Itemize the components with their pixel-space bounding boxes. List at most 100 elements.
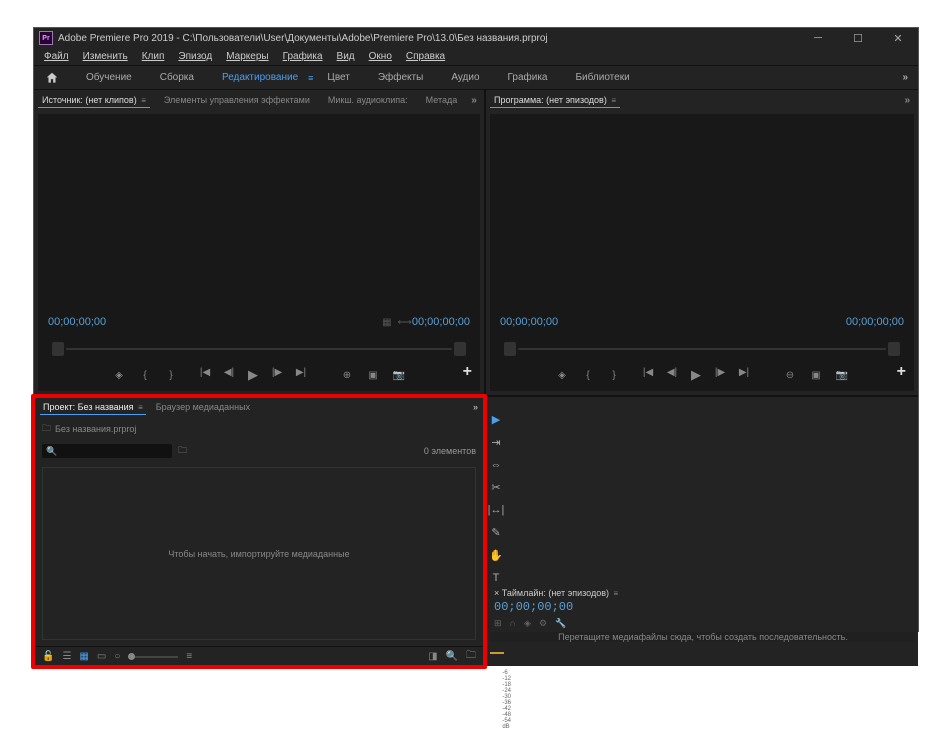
- menu-clip[interactable]: Клип: [136, 50, 171, 63]
- menu-help[interactable]: Справка: [400, 50, 451, 63]
- find-icon[interactable]: 🔍: [446, 651, 458, 662]
- scrub-track[interactable]: [518, 348, 886, 350]
- marker-icon[interactable]: ◈: [111, 370, 127, 381]
- home-button[interactable]: [42, 69, 62, 87]
- list-view-icon[interactable]: ☰: [62, 651, 71, 662]
- out-icon[interactable]: }: [163, 370, 179, 381]
- overwrite-icon[interactable]: ▣: [365, 370, 381, 381]
- add-button-icon[interactable]: +: [897, 363, 906, 381]
- titlebar[interactable]: Pr Adobe Premiere Pro 2019 - C:\Пользова…: [34, 28, 918, 48]
- new-bin-icon[interactable]: 🗀: [466, 648, 476, 665]
- lift-icon[interactable]: ⊖: [782, 370, 798, 381]
- menu-graphics[interactable]: Графика: [277, 50, 329, 63]
- out-icon[interactable]: }: [606, 370, 622, 381]
- step-fwd-icon[interactable]: |▶: [269, 367, 285, 383]
- insert-icon[interactable]: ⊕: [339, 370, 355, 381]
- razor-tool-icon[interactable]: ✂: [491, 481, 500, 494]
- ws-effects[interactable]: Эффекты: [364, 69, 437, 86]
- type-tool-icon[interactable]: T: [493, 572, 500, 584]
- ws-libraries[interactable]: Библиотеки: [561, 69, 643, 86]
- export-frame-icon[interactable]: 📷: [834, 370, 850, 381]
- source-tc-left[interactable]: 00;00;00;00: [48, 316, 382, 328]
- tab-project[interactable]: Проект: Без названия ≡: [40, 400, 146, 415]
- menu-window[interactable]: Окно: [363, 50, 398, 63]
- scrub-cap-left[interactable]: [52, 342, 64, 356]
- tab-metadata[interactable]: Метада: [422, 93, 462, 107]
- scrub-cap-right[interactable]: [888, 342, 900, 356]
- goto-in-icon[interactable]: |◀: [640, 367, 656, 383]
- hand-tool-icon[interactable]: ✋: [489, 549, 503, 562]
- write-lock-icon[interactable]: 🔓: [42, 651, 54, 662]
- sort-icon[interactable]: ≡: [186, 651, 192, 662]
- automate-icon[interactable]: ◨: [428, 651, 437, 662]
- step-back-icon[interactable]: ◀|: [664, 367, 680, 383]
- timeline-drop-zone[interactable]: Перетащите медиафайлы сюда, чтобы создат…: [490, 632, 916, 642]
- ws-assembly[interactable]: Сборка: [146, 69, 208, 86]
- zoom-knob[interactable]: [128, 653, 135, 660]
- in-icon[interactable]: {: [580, 370, 596, 381]
- wrench-icon[interactable]: 🔧: [555, 618, 566, 629]
- settings-icon[interactable]: ⚙: [539, 618, 547, 629]
- program-scrub[interactable]: [502, 341, 902, 357]
- goto-in-icon[interactable]: |◀: [197, 367, 213, 383]
- scrub-cap-right[interactable]: [454, 342, 466, 356]
- track-select-tool-icon[interactable]: ⇥: [491, 436, 500, 449]
- tab-menu-icon[interactable]: ≡: [614, 589, 619, 598]
- tab-menu-icon[interactable]: ≡: [141, 96, 146, 105]
- in-icon[interactable]: {: [137, 370, 153, 381]
- marker-icon[interactable]: ◈: [524, 618, 531, 629]
- ws-overflow-button[interactable]: »: [892, 68, 918, 87]
- menu-view[interactable]: Вид: [331, 50, 361, 63]
- menu-sequence[interactable]: Эпизод: [172, 50, 218, 63]
- snap-icon[interactable]: ▦: [382, 317, 391, 328]
- timeline-tab[interactable]: × Таймлайн: (нет эпизодов) ≡: [494, 588, 910, 598]
- goto-out-icon[interactable]: ▶|: [736, 367, 752, 383]
- icon-view-icon[interactable]: ▦: [79, 651, 88, 662]
- tab-menu-icon[interactable]: ≡: [611, 96, 616, 105]
- freeform-view-icon[interactable]: ▭: [97, 651, 106, 662]
- tab-audio-mixer[interactable]: Микш. аудиоклипа:: [324, 93, 412, 107]
- slip-tool-icon[interactable]: |↔|: [488, 504, 505, 516]
- snap-icon[interactable]: ⊞: [494, 618, 502, 629]
- minimize-button[interactable]: ─: [798, 28, 838, 48]
- menu-file[interactable]: Файл: [38, 50, 75, 63]
- step-back-icon[interactable]: ◀|: [221, 367, 237, 383]
- filter-bin-icon[interactable]: 🗀: [178, 443, 187, 459]
- menu-markers[interactable]: Маркеры: [220, 50, 274, 63]
- project-overflow[interactable]: »: [473, 402, 478, 412]
- add-button-icon[interactable]: +: [463, 363, 472, 381]
- source-scrub[interactable]: [50, 341, 468, 357]
- tab-media-browser[interactable]: Браузер медиаданных: [156, 402, 250, 412]
- ws-editing[interactable]: Редактирование: [208, 69, 312, 86]
- ws-audio[interactable]: Аудио: [437, 69, 493, 86]
- selection-tool-icon[interactable]: ▶: [492, 413, 500, 426]
- ws-color[interactable]: Цвет: [313, 69, 363, 86]
- fit-icon[interactable]: ⟷: [398, 317, 412, 328]
- source-overflow[interactable]: »: [471, 95, 481, 106]
- timeline-timecode[interactable]: 00;00;00;00: [494, 600, 910, 614]
- goto-out-icon[interactable]: ▶|: [293, 367, 309, 383]
- tab-menu-icon[interactable]: ≡: [138, 403, 143, 412]
- tab-source[interactable]: Источник: (нет клипов) ≡: [38, 93, 150, 108]
- zoom-slider[interactable]: [128, 656, 178, 658]
- ws-learn[interactable]: Обучение: [72, 69, 146, 86]
- scrub-cap-left[interactable]: [504, 342, 516, 356]
- export-frame-icon[interactable]: 📷: [391, 370, 407, 381]
- marker-icon[interactable]: ◈: [554, 370, 570, 381]
- play-icon[interactable]: ▶: [688, 367, 704, 383]
- close-button[interactable]: ✕: [878, 28, 918, 48]
- ws-graphics[interactable]: Графика: [494, 69, 562, 86]
- program-overflow[interactable]: »: [904, 95, 914, 106]
- menu-edit[interactable]: Изменить: [77, 50, 134, 63]
- play-icon[interactable]: ▶: [245, 367, 261, 383]
- scrub-track[interactable]: [66, 348, 452, 350]
- project-search-input[interactable]: 🔍: [42, 444, 172, 458]
- project-drop-zone[interactable]: Чтобы начать, импортируйте медиаданные: [42, 467, 476, 640]
- tab-effect-controls[interactable]: Элементы управления эффектами: [160, 93, 314, 107]
- zoom-out-icon[interactable]: ○: [114, 651, 120, 662]
- program-tc-left[interactable]: 00;00;00;00: [500, 316, 846, 328]
- tab-program[interactable]: Программа: (нет эпизодов) ≡: [490, 93, 620, 108]
- ripple-tool-icon[interactable]: ⇔: [491, 459, 502, 471]
- linked-icon[interactable]: ∩: [510, 618, 516, 629]
- extract-icon[interactable]: ▣: [808, 370, 824, 381]
